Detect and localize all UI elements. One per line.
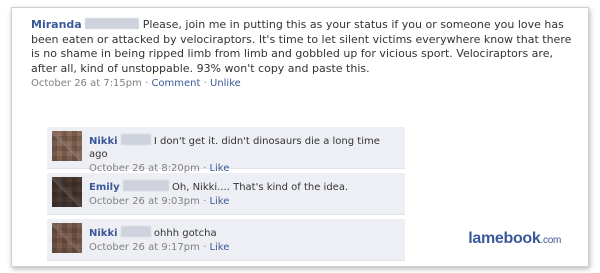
comment-text: ohhh gotcha <box>153 228 217 239</box>
redacted-surname <box>120 134 151 145</box>
lamebook-logo: lamebook.com <box>468 230 561 248</box>
post-meta: October 26 at 7:15pm · Comment · Unlike <box>31 77 581 90</box>
meta-separator: · <box>203 196 207 207</box>
comment-timestamp: October 26 at 9:03pm <box>89 196 200 207</box>
comment-meta: October 26 at 9:03pm · Like <box>89 195 399 208</box>
comment-item: Nikki ohhh gotcha October 26 at 9:17pm ·… <box>47 219 405 261</box>
comment-timestamp: October 26 at 9:17pm <box>89 242 200 253</box>
comment-item: Emily Oh, Nikki.... That's kind of the i… <box>47 173 405 215</box>
comment-text: Oh, Nikki.... That's kind of the idea. <box>172 182 349 193</box>
comment-like-link[interactable]: Like <box>209 196 229 207</box>
comment-link[interactable]: Comment <box>151 78 200 89</box>
meta-separator: · <box>203 242 207 253</box>
comment-author-link[interactable]: Nikki <box>89 228 118 239</box>
logo-name: lamebook <box>468 230 541 247</box>
redacted-surname <box>85 18 140 29</box>
post-body: Miranda Please, join me in putting this … <box>31 18 581 76</box>
comment-author-link[interactable]: Emily <box>89 182 120 193</box>
status-post: Miranda Please, join me in putting this … <box>31 18 581 90</box>
comment-item: Nikki I don't get it. didn't dinosaurs d… <box>47 127 405 174</box>
avatar[interactable] <box>52 177 82 207</box>
avatar[interactable] <box>52 131 82 161</box>
redacted-surname <box>120 226 151 237</box>
comment-like-link[interactable]: Like <box>209 242 229 253</box>
redacted-surname <box>122 180 169 191</box>
story-card: Miranda Please, join me in putting this … <box>11 7 589 267</box>
comment-list: Nikki I don't get it. didn't dinosaurs d… <box>47 127 405 265</box>
meta-separator: · <box>145 78 149 89</box>
comment-author-link[interactable]: Nikki <box>89 136 118 147</box>
post-timestamp: October 26 at 7:15pm <box>31 78 142 89</box>
comment-body: Emily Oh, Nikki.... That's kind of the i… <box>89 180 399 208</box>
unlike-link[interactable]: Unlike <box>210 78 241 89</box>
comment-meta: October 26 at 9:17pm · Like <box>89 241 399 254</box>
comment-body: Nikki ohhh gotcha October 26 at 9:17pm ·… <box>89 226 399 254</box>
comment-body: Nikki I don't get it. didn't dinosaurs d… <box>89 134 399 175</box>
avatar[interactable] <box>52 223 82 253</box>
meta-separator: · <box>203 78 207 89</box>
logo-suffix: .com <box>540 235 562 246</box>
post-author-link[interactable]: Miranda <box>31 18 82 31</box>
